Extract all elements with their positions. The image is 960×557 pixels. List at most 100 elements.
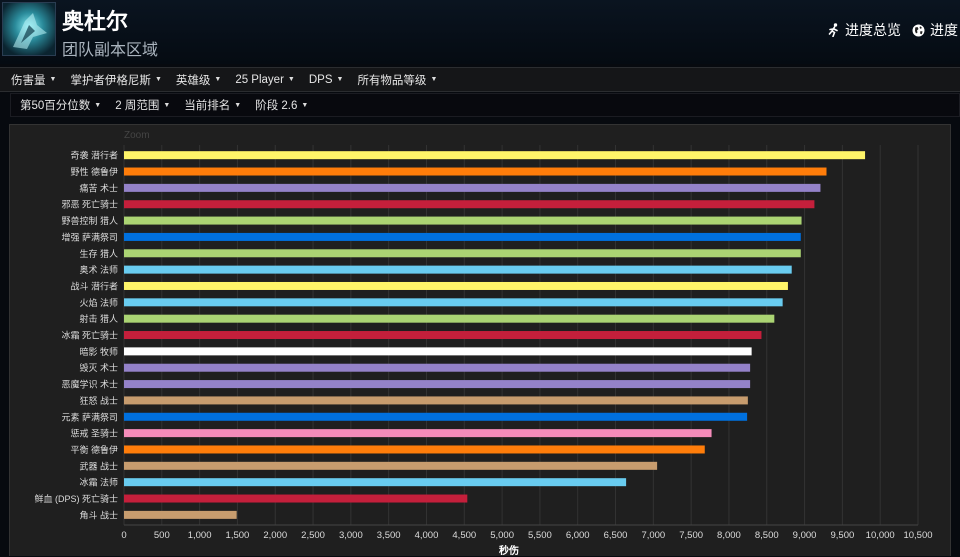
- nav-progress-label: 进度: [930, 22, 958, 38]
- dropdown-label: 伤害量: [11, 74, 46, 87]
- page-title: 奥杜尔: [62, 9, 129, 34]
- bar[interactable]: [124, 232, 801, 241]
- category-label: 恶魔学识 术士: [61, 379, 118, 390]
- category-label: 平衡 德鲁伊: [70, 444, 118, 455]
- x-tick-label: 8,000: [717, 530, 741, 541]
- caret-down-icon: ▼: [49, 76, 57, 83]
- time-range-dropdown[interactable]: 2 周范围 ▼: [108, 97, 177, 113]
- x-tick-label: 9,500: [830, 530, 854, 541]
- x-tick-label: 5,500: [528, 530, 552, 541]
- category-label: 惩戒 圣骑士: [70, 428, 118, 439]
- dropdown-label: 第50百分位数: [20, 100, 91, 112]
- category-label: 邪恶 死亡骑士: [61, 199, 118, 210]
- item-level-dropdown[interactable]: 所有物品等级 ▼: [350, 72, 444, 88]
- bar[interactable]: [124, 249, 801, 258]
- ranking-dropdown[interactable]: 当前排名 ▼: [177, 97, 248, 113]
- caret-down-icon: ▼: [94, 101, 102, 109]
- x-tick-label: 500: [154, 530, 170, 541]
- category-label: 武器 战士: [79, 460, 118, 471]
- category-label: 增强 萨满祭司: [61, 231, 118, 242]
- dps-bar-chart: Zoom 奇袭 潜行者野性 德鲁伊痛苦 术士邪恶 死亡骑士野兽控制 猎人增强 萨满…: [34, 130, 932, 557]
- dropdown-label: 掌护者伊格尼斯: [70, 74, 151, 87]
- running-icon: [828, 23, 838, 37]
- filter-bar-secondary: 第50百分位数 ▼ 2 周范围 ▼ 当前排名 ▼ 阶段 2.6 ▼: [10, 93, 960, 117]
- bar[interactable]: [124, 314, 775, 323]
- dropdown-label: 所有物品等级: [357, 74, 427, 87]
- phase-dropdown[interactable]: 阶段 2.6 ▼: [248, 97, 315, 113]
- bar[interactable]: [124, 445, 705, 454]
- bar[interactable]: [124, 183, 821, 192]
- caret-down-icon: ▼: [430, 76, 438, 83]
- chart-corner-label: Zoom: [124, 130, 150, 141]
- x-tick-label: 1,500: [226, 530, 250, 541]
- x-tick-label: 2,500: [301, 530, 325, 541]
- x-tick-label: 7,500: [679, 530, 703, 541]
- x-axis-title: 秒伤: [499, 544, 519, 557]
- x-tick-label: 9,000: [793, 530, 817, 541]
- category-label: 暗影 牧师: [79, 346, 118, 357]
- x-tick-label: 4,500: [452, 530, 476, 541]
- role-dropdown[interactable]: DPS ▼: [302, 74, 351, 86]
- x-tick-label: 3,000: [339, 530, 363, 541]
- bar[interactable]: [124, 412, 748, 421]
- globe-icon: [912, 24, 925, 36]
- category-label: 野兽控制 猎人: [61, 215, 118, 226]
- caret-down-icon: ▼: [287, 76, 295, 83]
- bar[interactable]: [124, 478, 627, 487]
- x-tick-label: 10,500: [903, 530, 932, 541]
- bar[interactable]: [124, 331, 762, 340]
- category-label: 生存 猎人: [79, 248, 118, 259]
- bar[interactable]: [124, 363, 751, 372]
- bar[interactable]: [124, 510, 237, 519]
- bar[interactable]: [124, 151, 866, 160]
- bar[interactable]: [124, 298, 783, 307]
- percentile-dropdown[interactable]: 第50百分位数 ▼: [13, 97, 108, 113]
- difficulty-dropdown[interactable]: 英雄级 ▼: [169, 72, 228, 88]
- chart-panel: Zoom 奇袭 潜行者 野性 德鲁伊痛苦 术士邪恶 死亡骑士 野兽控制 猎人 增强 萨满…: [9, 124, 951, 557]
- caret-down-icon: ▼: [234, 101, 242, 109]
- bar[interactable]: [124, 380, 751, 389]
- category-label: 毁灭 术士: [79, 362, 118, 373]
- category-label: 野性 德鲁伊: [70, 166, 118, 177]
- metric-dropdown[interactable]: 伤害量 ▼: [4, 72, 63, 88]
- x-tick-label: 1,000: [188, 530, 212, 541]
- caret-down-icon: ▼: [163, 101, 171, 109]
- category-label: 狂怒 战士: [79, 395, 118, 406]
- bar[interactable]: [124, 216, 802, 225]
- nav-progress[interactable]: 进度: [912, 20, 958, 40]
- bar[interactable]: [124, 461, 658, 470]
- category-label: 鲜血 (DPS) 死亡骑士: [34, 493, 118, 504]
- category-label: 冰霜 死亡骑士: [61, 330, 118, 341]
- dropdown-label: 25 Player: [235, 73, 284, 86]
- category-label: 痛苦 术士: [79, 182, 118, 193]
- nav-progress-overview[interactable]: 进度总览: [828, 20, 901, 40]
- bar[interactable]: [124, 396, 748, 405]
- bar[interactable]: [124, 494, 468, 503]
- dropdown-label: 2 周范围: [115, 100, 160, 112]
- dropdown-label: DPS: [308, 73, 333, 86]
- raid-size-dropdown[interactable]: 25 Player ▼: [228, 74, 302, 86]
- x-tick-label: 3,500: [377, 530, 401, 541]
- x-tick-label: 5,000: [490, 530, 514, 541]
- dropdown-label: 当前排名: [184, 100, 231, 112]
- bar[interactable]: [124, 347, 752, 356]
- x-tick-label: 2,000: [263, 530, 287, 541]
- bar[interactable]: [124, 200, 815, 209]
- boss-dropdown[interactable]: 掌护者伊格尼斯 ▼: [63, 72, 168, 88]
- caret-down-icon: ▼: [154, 76, 162, 83]
- bar[interactable]: [124, 167, 827, 176]
- category-label: 奥术 法师: [79, 264, 118, 275]
- bar[interactable]: [124, 281, 788, 290]
- category-label: 火焰 法师: [79, 297, 118, 308]
- bar[interactable]: [124, 429, 712, 438]
- filter-bar-primary: 伤害量 ▼ 掌护者伊格尼斯 ▼ 英雄级 ▼ 25 Player ▼ DPS ▼ 所有物品等…: [0, 67, 960, 92]
- category-label: 冰霜 法师: [79, 477, 118, 488]
- dropdown-label: 阶段 2.6: [255, 100, 298, 112]
- category-label: 角斗 战士: [79, 509, 118, 520]
- category-label: 射击 猎人: [79, 313, 118, 324]
- category-label: 奇袭 潜行者: [70, 150, 118, 161]
- x-tick-label: 7,000: [641, 530, 665, 541]
- caret-down-icon: ▼: [336, 76, 344, 83]
- x-tick-label: 6,500: [604, 530, 628, 541]
- bar[interactable]: [124, 265, 792, 274]
